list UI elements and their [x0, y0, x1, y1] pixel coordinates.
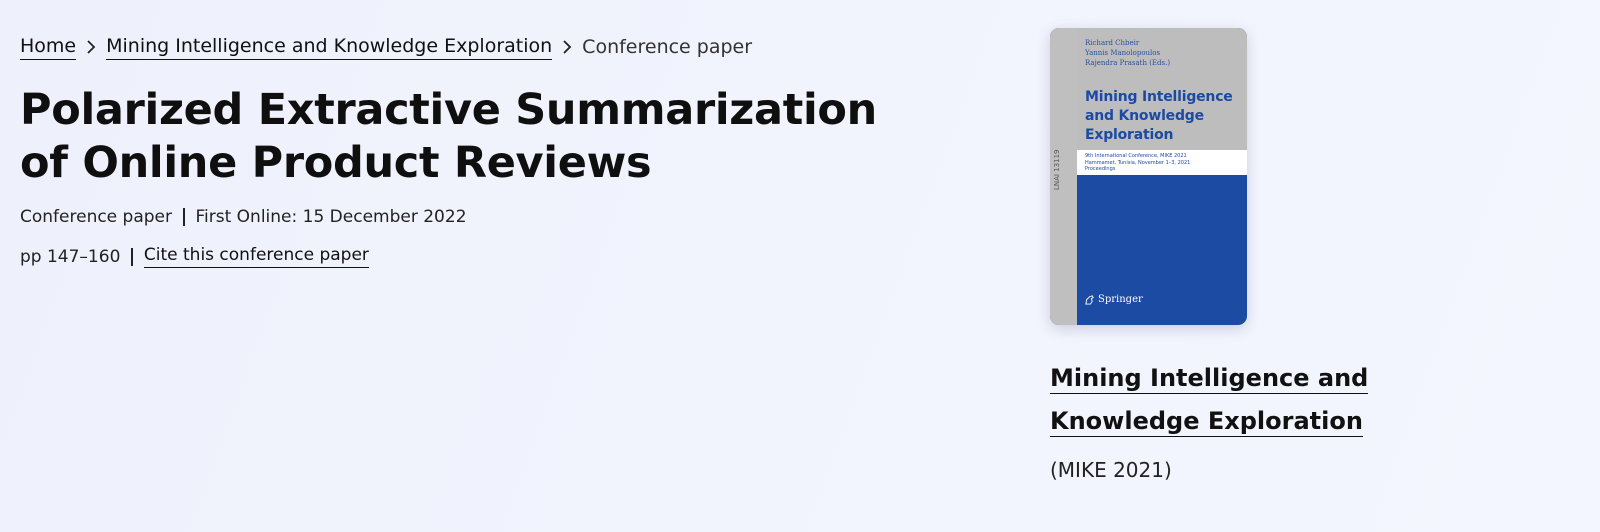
cover-editor: Yannis Manolopoulos	[1085, 49, 1161, 57]
divider	[131, 247, 133, 266]
springer-horse-icon	[1085, 295, 1094, 305]
cover-subtitle: 9th International Conference, MIKE 2021 …	[1085, 153, 1190, 173]
cover-subtitle-line: Proceedings	[1085, 166, 1116, 172]
cite-paper-link[interactable]: Cite this conference paper	[143, 245, 369, 268]
divider	[183, 208, 185, 226]
cover-editors: Richard Chbeir Yannis Manolopoulos Rajen…	[1085, 38, 1170, 68]
paper-meta: Conference paper First Online: 15 Decemb…	[20, 207, 467, 227]
breadcrumb: Home Mining Intelligence and Knowledge E…	[20, 30, 752, 64]
breadcrumb-home-link[interactable]: Home	[20, 35, 77, 60]
page: Home Mining Intelligence and Knowledge E…	[0, 0, 1600, 532]
cover-editor: Richard Chbeir	[1085, 39, 1140, 47]
page-title: Polarized Extractive Summarization of On…	[20, 85, 877, 188]
cover-subtitle-band: 9th International Conference, MIKE 2021 …	[1077, 150, 1247, 175]
cover-series-label: LNAI 13119	[1053, 149, 1061, 191]
breadcrumb-current: Conference paper	[582, 36, 753, 58]
conference-abbreviation: (MIKE 2021)	[1050, 458, 1172, 482]
book-title-link[interactable]: Mining Intelligence and Knowledge Explor…	[1050, 357, 1520, 443]
cover-header: Richard Chbeir Yannis Manolopoulos Rajen…	[1077, 28, 1247, 150]
book-title: Mining Intelligence and Knowledge Explor…	[1050, 364, 1369, 437]
publisher-name: Springer	[1098, 294, 1143, 305]
paper-pages-row: pp 147–160 Cite this conference paper	[20, 245, 369, 268]
first-online-date: First Online: 15 December 2022	[195, 207, 467, 227]
cover-spine: LNAI 13119	[1050, 28, 1077, 325]
book-cover-image[interactable]: LNAI 13119 Richard Chbeir Yannis Manolop…	[1050, 28, 1247, 325]
cover-title: Mining Intelligence and Knowledge Explor…	[1085, 89, 1233, 143]
cover-editor: Rajendra Prasath (Eds.)	[1085, 59, 1171, 67]
cover-subtitle-line: 9th International Conference, MIKE 2021	[1085, 153, 1187, 159]
chevron-right-icon	[76, 40, 106, 54]
cover-publisher: Springer	[1084, 294, 1143, 305]
chevron-right-icon	[552, 40, 582, 54]
paper-type: Conference paper	[20, 207, 172, 227]
page-range: pp 147–160	[20, 246, 121, 267]
breadcrumb-book-link[interactable]: Mining Intelligence and Knowledge Explor…	[106, 35, 553, 60]
